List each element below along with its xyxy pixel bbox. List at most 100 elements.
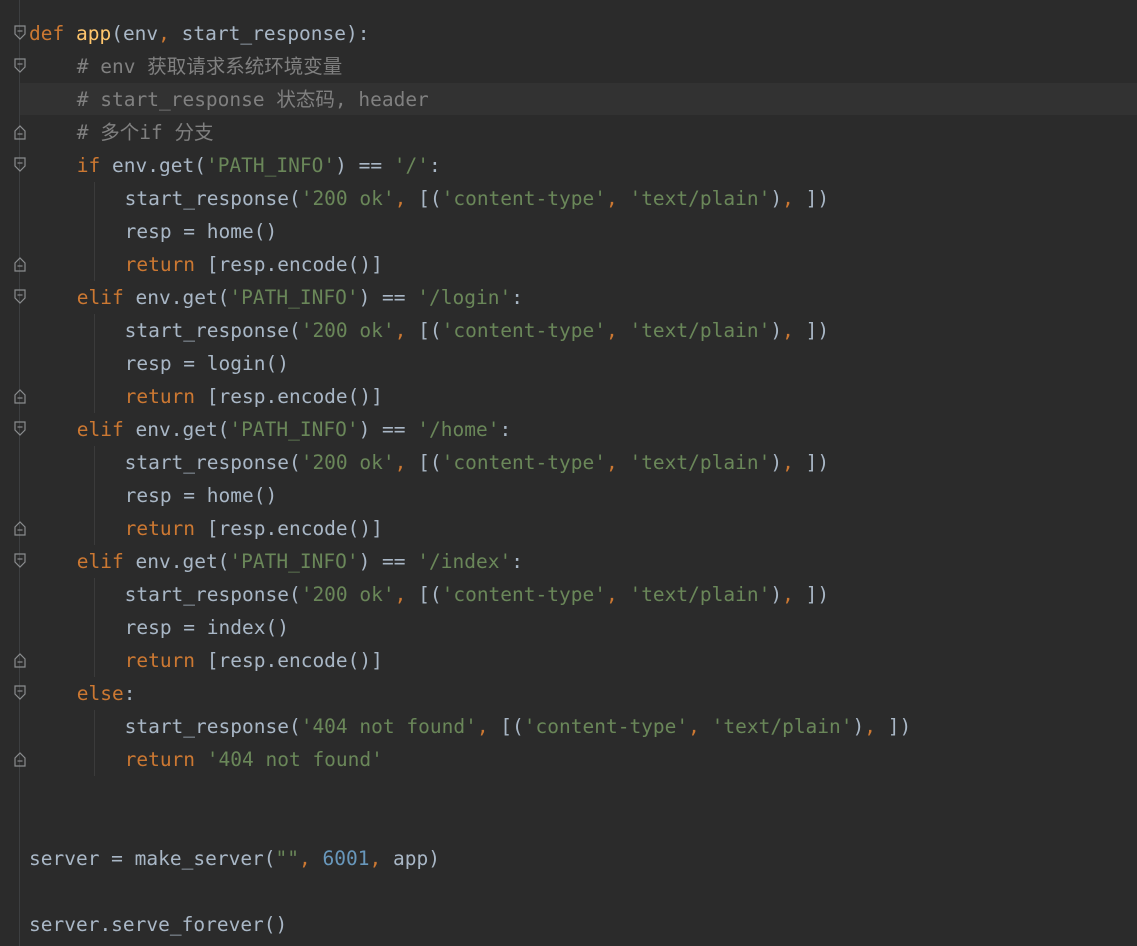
code-line[interactable]: start_response('200 ok', [('content-type… <box>125 314 829 347</box>
code-token: : <box>429 154 441 177</box>
code-line[interactable]: elif env.get('PATH_INFO') == '/home': <box>77 413 511 446</box>
code-token: ) == <box>358 418 418 441</box>
code-token: , <box>605 187 630 210</box>
code-token: ]) <box>805 451 830 474</box>
code-token: 'PATH_INFO' <box>229 286 359 309</box>
fold-close-icon[interactable] <box>13 651 27 669</box>
code-token: '404 not found' <box>300 715 477 738</box>
code-line[interactable]: # start_response 状态码, header <box>77 83 429 116</box>
code-token: if <box>76 154 113 177</box>
code-line[interactable]: else: <box>77 677 136 710</box>
code-line[interactable]: return [resp.encode()] <box>125 512 383 545</box>
code-token: '/index' <box>417 550 512 573</box>
code-token: '/login' <box>417 286 512 309</box>
code-line[interactable]: start_response('200 ok', [('content-type… <box>125 446 829 479</box>
indent-guide <box>93 182 95 281</box>
code-token: resp = home() <box>124 220 278 243</box>
code-line[interactable]: return '404 not found' <box>125 743 383 776</box>
code-line[interactable]: resp = home() <box>125 215 278 248</box>
code-line[interactable]: resp = login() <box>125 347 289 380</box>
code-line[interactable]: return [resp.encode()] <box>125 644 383 677</box>
code-token: , <box>394 583 419 606</box>
code-token: , <box>394 451 419 474</box>
code-token: '200 ok' <box>300 451 395 474</box>
indent-guide <box>93 710 95 776</box>
code-token: , <box>782 319 806 342</box>
code-token: ) <box>770 583 783 606</box>
code-token: "" <box>275 847 300 870</box>
code-token: resp = index() <box>124 616 289 639</box>
code-line[interactable]: # 多个if 分支 <box>77 116 214 149</box>
fold-open-icon[interactable] <box>13 684 27 702</box>
fold-open-icon[interactable] <box>13 24 27 42</box>
code-token: : <box>511 286 523 309</box>
fold-close-icon[interactable] <box>13 123 27 141</box>
code-line[interactable]: resp = home() <box>125 479 278 512</box>
code-token: start_response( <box>124 715 301 738</box>
fold-open-icon[interactable] <box>13 420 27 438</box>
code-line[interactable]: if env.get('PATH_INFO') == '/': <box>77 149 441 182</box>
code-token: ]) <box>805 187 830 210</box>
code-token: '/' <box>393 154 430 177</box>
code-line[interactable]: def app(env, start_response): <box>29 17 370 50</box>
code-token: '200 ok' <box>300 187 395 210</box>
fold-close-icon[interactable] <box>13 387 27 405</box>
code-token: , <box>605 583 630 606</box>
code-line[interactable]: # env 获取请求系统环境变量 <box>77 50 342 83</box>
code-token: [resp.encode()] <box>206 517 383 540</box>
code-token: 'content-type' <box>523 715 689 738</box>
code-token: elif <box>76 418 136 441</box>
fold-close-icon[interactable] <box>13 750 27 768</box>
code-token: 'text/plain' <box>629 319 771 342</box>
code-editor[interactable]: def app(env, start_response): # env 获取请求系… <box>0 0 1137 946</box>
code-token: def <box>29 22 76 45</box>
code-token: , <box>782 451 806 474</box>
code-token: 'content-type' <box>441 583 606 606</box>
code-token: , <box>394 319 419 342</box>
code-line[interactable]: elif env.get('PATH_INFO') == '/index': <box>77 545 523 578</box>
code-token: : <box>511 550 523 573</box>
code-line[interactable]: server = make_server("", 6001, app) <box>29 842 440 875</box>
fold-open-icon[interactable] <box>13 552 27 570</box>
code-token: [( <box>418 187 442 210</box>
code-line[interactable]: start_response('200 ok', [('content-type… <box>125 578 829 611</box>
fold-close-icon[interactable] <box>13 255 27 273</box>
code-token: 'content-type' <box>441 451 606 474</box>
fold-open-icon[interactable] <box>13 156 27 174</box>
code-line[interactable]: return [resp.encode()] <box>125 248 383 281</box>
code-token: [resp.encode()] <box>206 385 383 408</box>
code-token: app <box>75 22 112 45</box>
code-token: 'PATH_INFO' <box>229 418 359 441</box>
code-token: 'content-type' <box>441 187 606 210</box>
code-token: env.get( <box>112 154 206 177</box>
code-token: start_response( <box>124 319 301 342</box>
code-line[interactable]: server.serve_forever() <box>29 908 287 941</box>
code-line[interactable]: start_response('404 not found', [('conte… <box>125 710 912 743</box>
fold-close-icon[interactable] <box>13 519 27 537</box>
code-token: [( <box>418 583 442 606</box>
code-token: return <box>124 253 207 276</box>
code-token: '200 ok' <box>300 583 395 606</box>
code-line[interactable]: resp = index() <box>125 611 289 644</box>
code-line[interactable]: elif env.get('PATH_INFO') == '/login': <box>77 281 523 314</box>
code-line[interactable]: return [resp.encode()] <box>125 380 383 413</box>
code-line[interactable]: start_response('200 ok', [('content-type… <box>125 182 829 215</box>
code-token: '/home' <box>417 418 500 441</box>
code-token: return <box>124 649 207 672</box>
fold-open-icon[interactable] <box>13 57 27 75</box>
code-token: 'text/plain' <box>629 451 771 474</box>
code-token: # env 获取请求系统环境变量 <box>76 55 343 78</box>
code-token: server.serve_forever() <box>29 913 288 936</box>
fold-open-icon[interactable] <box>13 288 27 306</box>
code-token: (env <box>111 22 159 45</box>
code-token: ) <box>770 187 783 210</box>
indent-guide <box>93 314 95 413</box>
editor-gutter[interactable] <box>0 0 28 946</box>
code-token: env.get( <box>135 550 230 573</box>
code-token: return <box>124 517 207 540</box>
code-token: , <box>605 451 630 474</box>
indent-guide <box>93 578 95 677</box>
code-token: start_response): <box>181 22 370 45</box>
code-token: , <box>476 715 501 738</box>
code-token: start_response( <box>124 187 301 210</box>
